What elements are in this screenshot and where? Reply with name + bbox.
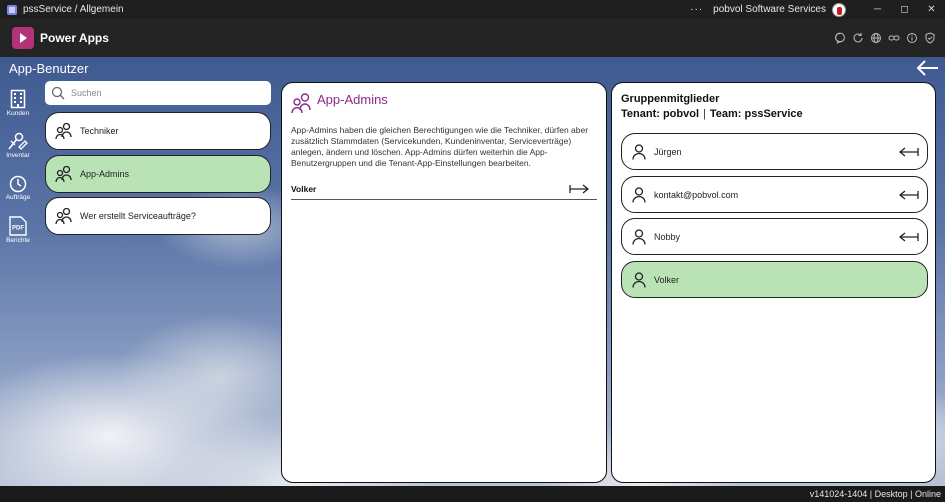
group-description: App-Admins haben die gleichen Berechtigu… (291, 125, 589, 168)
close-button[interactable]: ✕ (918, 4, 945, 15)
minimize-button[interactable]: ─ (864, 4, 891, 15)
members-panel: Gruppenmitglieder Tenant: pobvol | Team: p… (611, 82, 936, 483)
building-icon (10, 89, 26, 109)
group-item-serviceauftraege[interactable]: Wer erstellt Serviceaufträge? (45, 197, 271, 235)
member-name: kontakt@pobvol.com (654, 189, 739, 200)
link-icon[interactable] (885, 29, 903, 47)
more-options-icon[interactable]: ··· (690, 4, 703, 15)
avatar[interactable] (832, 2, 846, 17)
member-item-nobby[interactable]: Nobby (621, 218, 928, 255)
tools-icon (8, 132, 28, 150)
group-item-techniker[interactable]: Techniker (45, 112, 271, 150)
group-detail-panel: App-Admins App-Admins haben die gleichen… (281, 82, 607, 483)
pdf-icon: PDF (9, 216, 27, 236)
account-name[interactable]: pobvol Software Services (713, 4, 826, 15)
person-icon (632, 271, 646, 288)
group-label: Wer erstellt Serviceaufträge? (80, 211, 196, 221)
app-icon (7, 4, 17, 15)
nav-label: Kunden (6, 110, 30, 117)
header-toolbar (831, 29, 939, 47)
window-title-bar: pssService / Allgemein ··· pobvol Softwa… (0, 0, 945, 19)
group-icon (55, 207, 72, 225)
group-title: App-Admins (317, 92, 388, 107)
move-right-icon[interactable] (569, 183, 589, 194)
nav-label: Aufträge (5, 194, 31, 201)
nav-item-auftraege[interactable]: Aufträge (0, 175, 36, 201)
product-name: Power Apps (40, 31, 109, 45)
nav-item-kunden[interactable]: Kunden (0, 89, 36, 117)
info-icon[interactable] (903, 29, 921, 47)
search-icon (51, 86, 65, 100)
group-item-app-admins[interactable]: App-Admins (45, 155, 271, 193)
members-title: Gruppenmitglieder (621, 93, 720, 105)
member-name: Volker (654, 274, 680, 285)
person-icon (632, 228, 646, 245)
search-input[interactable] (71, 88, 251, 98)
tenant-team-info: Tenant: pobvol | Team: pssService (621, 108, 803, 120)
nav-item-inventar[interactable]: Inventar (0, 131, 36, 159)
nav-label: Inventar (6, 152, 30, 159)
member-name: Nobby (654, 231, 681, 242)
powerapps-logo (12, 27, 34, 49)
group-member-row[interactable]: Volker (291, 178, 597, 200)
group-label: App-Admins (80, 169, 130, 179)
member-item-juergen[interactable]: Jürgen (621, 133, 928, 170)
chat-icon[interactable] (831, 29, 849, 47)
move-left-icon[interactable] (899, 231, 919, 242)
member-item-volker[interactable]: Volker (621, 261, 928, 298)
search-box (45, 81, 271, 105)
group-label: Techniker (80, 126, 119, 136)
nav-item-berichte[interactable]: PDF Berichte (0, 216, 36, 244)
window-title: pssService / Allgemein (23, 4, 124, 15)
shield-icon[interactable] (921, 29, 939, 47)
clock-icon (9, 175, 27, 193)
maximize-button[interactable]: ◻ (891, 4, 918, 15)
nav-label: Berichte (6, 237, 30, 244)
move-left-icon[interactable] (899, 189, 919, 200)
refresh-icon[interactable] (849, 29, 867, 47)
group-icon (291, 93, 311, 114)
person-icon (632, 143, 646, 160)
app-canvas: App-Benutzer Kunden Inventar Aufträge PD… (0, 57, 945, 486)
member-name: Volker (291, 183, 317, 194)
team-label: Team: pssService (709, 108, 803, 120)
member-name: Jürgen (654, 146, 682, 157)
status-bar: v141024-1404 | Desktop | Online (0, 486, 945, 502)
tenant-label: Tenant: pobvol (621, 108, 700, 120)
version-status: v141024-1404 | Desktop | Online (809, 489, 941, 499)
page-title: App-Benutzer (9, 61, 89, 76)
member-item-kontakt[interactable]: kontakt@pobvol.com (621, 176, 928, 213)
globe-icon[interactable] (867, 29, 885, 47)
powerapps-header: Power Apps (0, 19, 945, 57)
back-arrow-icon[interactable] (915, 59, 939, 77)
group-icon (55, 122, 72, 140)
move-left-icon[interactable] (899, 146, 919, 157)
svg-text:PDF: PDF (12, 226, 24, 232)
separator: | (703, 108, 706, 120)
person-icon (632, 186, 646, 203)
group-icon (55, 165, 72, 183)
